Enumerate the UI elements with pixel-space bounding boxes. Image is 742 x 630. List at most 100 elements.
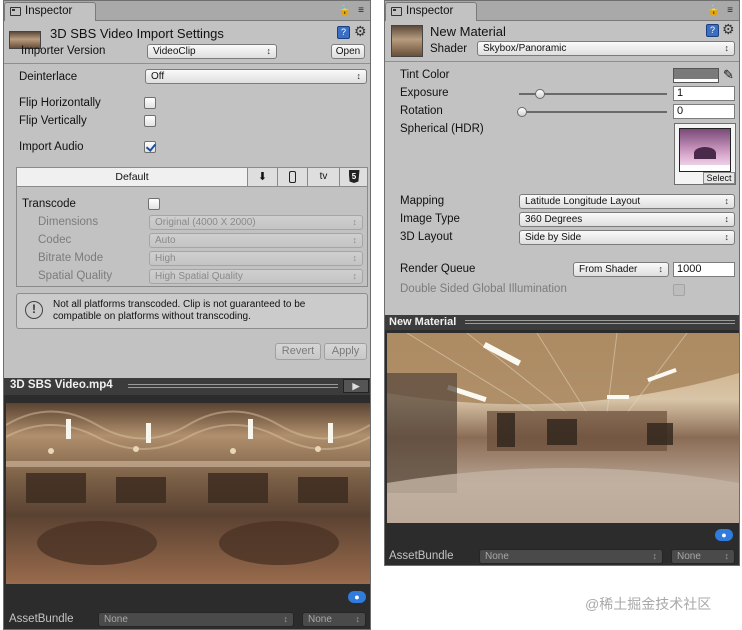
rotation-field[interactable]: 0 — [673, 104, 735, 119]
assetbundle-dropdown[interactable]: None — [479, 549, 663, 564]
importer-version-label: Importer Version — [21, 45, 106, 57]
shader-dropdown[interactable]: Skybox/Panoramic — [477, 41, 735, 56]
import-audio-checkbox[interactable] — [144, 141, 156, 153]
exposure-field[interactable]: 1 — [673, 86, 735, 101]
header-divider — [4, 63, 370, 64]
mobile-phone-icon[interactable] — [278, 168, 308, 186]
importer-version-dropdown[interactable]: VideoClip — [147, 44, 277, 59]
3d-layout-label: 3D Layout — [400, 231, 453, 243]
flip-horizontally-label: Flip Horizontally — [19, 97, 101, 109]
texture-image-icon — [679, 128, 731, 172]
spherical-texture-slot[interactable]: Select — [674, 123, 736, 185]
spatial-quality-dropdown[interactable]: High Spatial Quality — [149, 269, 363, 284]
dimensions-dropdown[interactable]: Original (4000 X 2000) — [149, 215, 363, 230]
lock-menu-icons[interactable]: 🔒 ≡ — [339, 5, 366, 16]
deinterlace-label: Deinterlace — [19, 71, 78, 83]
codec-dropdown[interactable]: Auto — [149, 233, 363, 248]
header-divider — [385, 61, 739, 62]
standalone-download-icon[interactable]: ⬇ — [248, 168, 278, 186]
exposure-label: Exposure — [400, 87, 449, 99]
tint-color-swatch[interactable] — [673, 68, 719, 83]
spherical-hdr-label: Spherical (HDR) — [400, 123, 484, 135]
double-sided-gi-checkbox[interactable] — [673, 284, 685, 296]
flip-vertically-checkbox[interactable] — [144, 115, 156, 127]
skybox-material-preview — [387, 333, 739, 523]
assetbundle-variant-dropdown[interactable]: None — [671, 549, 735, 564]
spatial-quality-label: Spatial Quality — [38, 270, 113, 282]
help-book-icon[interactable]: ? — [706, 24, 719, 37]
bitrate-mode-dropdown[interactable]: High — [149, 251, 363, 266]
mapping-label: Mapping — [400, 195, 445, 207]
image-type-label: Image Type — [400, 213, 460, 225]
html5-icon[interactable]: 5 — [340, 168, 368, 186]
select-texture-button[interactable]: Select — [703, 172, 735, 184]
image-type-dropdown[interactable]: 360 Degrees — [519, 212, 735, 227]
exposure-slider-thumb[interactable] — [535, 89, 545, 99]
render-queue-field[interactable]: 1000 — [673, 262, 735, 277]
render-queue-source-dropdown[interactable]: From Shader — [573, 262, 669, 277]
assetbundle-variant-dropdown[interactable]: None — [302, 612, 366, 627]
sbs-video-preview — [6, 403, 370, 584]
double-sided-gi-label: Double Sided Global Illumination — [400, 283, 567, 295]
revert-button[interactable]: Revert — [275, 343, 321, 360]
asset-label-tag-icon[interactable]: ● — [715, 529, 733, 541]
render-queue-label: Render Queue — [400, 263, 476, 275]
tint-color-label: Tint Color — [400, 69, 450, 81]
warning-box: ! Not all platforms transcoded. Clip is … — [16, 293, 368, 329]
apple-tv-icon[interactable]: tv — [308, 168, 340, 186]
play-button[interactable]: ▶ — [343, 379, 369, 393]
preview-header: 3D SBS Video.mp4 ▶ — [4, 378, 370, 395]
dimensions-label: Dimensions — [38, 216, 99, 228]
assetbundle-dropdown[interactable]: None — [98, 612, 294, 627]
drag-handle-stripes[interactable] — [465, 320, 735, 324]
inspector-tab-bar: Inspector 🔒 ≡ — [385, 1, 739, 21]
inspector-tab[interactable]: Inspector — [385, 2, 477, 21]
video-import-inspector-panel: Inspector 🔒 ≡ 3D SBS Video Import Settin… — [3, 0, 371, 630]
deinterlace-dropdown[interactable]: Off — [145, 69, 367, 84]
material-thumbnail — [391, 25, 423, 57]
inspector-tab[interactable]: Inspector — [4, 2, 96, 21]
3d-layout-dropdown[interactable]: Side by Side — [519, 230, 735, 245]
rotation-slider-thumb[interactable] — [517, 107, 527, 117]
mapping-dropdown[interactable]: Latitude Longitude Layout — [519, 194, 735, 209]
preview-title: 3D SBS Video.mp4 — [10, 379, 113, 391]
assetbundle-label: AssetBundle — [9, 613, 74, 625]
inspector-icon — [10, 7, 21, 16]
rotation-slider[interactable] — [519, 111, 667, 113]
transcode-label: Transcode — [22, 198, 76, 210]
import-audio-label: Import Audio — [19, 141, 84, 153]
inspector-tab-bar: Inspector 🔒 ≡ — [4, 1, 370, 21]
platform-tab-default[interactable]: Default — [17, 168, 248, 186]
apply-button[interactable]: Apply — [324, 343, 367, 360]
inspector-tab-label: Inspector — [25, 5, 73, 17]
info-warning-icon: ! — [25, 301, 43, 319]
watermark: @稀土掘金技术社区 — [585, 596, 712, 612]
open-button[interactable]: Open — [331, 44, 365, 59]
bitrate-mode-label: Bitrate Mode — [38, 252, 104, 264]
asset-label-tag-icon[interactable]: ● — [348, 591, 366, 603]
shader-label: Shader — [430, 43, 468, 55]
assetbundle-bar: AssetBundle None None — [4, 607, 370, 629]
rotation-label: Rotation — [400, 105, 443, 117]
drag-handle-stripes[interactable] — [128, 384, 338, 388]
inspector-icon — [391, 7, 402, 16]
gear-icon[interactable]: ⚙ — [354, 23, 367, 40]
lock-menu-icons[interactable]: 🔒 ≡ — [708, 5, 735, 16]
preview-title: New Material — [389, 316, 457, 328]
inspector-tab-label: Inspector — [406, 5, 454, 17]
warning-text: Not all platforms transcoded. Clip is no… — [53, 299, 306, 322]
asset-title: 3D SBS Video Import Settings — [50, 26, 224, 41]
codec-label: Codec — [38, 234, 72, 246]
assetbundle-bar: AssetBundle None None — [385, 545, 739, 565]
gear-icon[interactable]: ⚙ — [722, 21, 735, 38]
preview-header: New Material — [385, 315, 739, 330]
assetbundle-label: AssetBundle — [389, 550, 454, 562]
transcode-checkbox[interactable] — [148, 198, 160, 210]
material-title: New Material — [430, 24, 506, 39]
material-inspector-panel: Inspector 🔒 ≡ New Material ? ⚙ Shader Sk… — [384, 0, 740, 566]
flip-vertically-label: Flip Vertically — [19, 115, 87, 127]
platform-tab-strip: Default ⬇ tv 5 — [16, 167, 368, 187]
eyedropper-icon[interactable]: ✎ — [723, 67, 734, 83]
flip-horizontally-checkbox[interactable] — [144, 97, 156, 109]
help-book-icon[interactable]: ? — [337, 26, 350, 39]
